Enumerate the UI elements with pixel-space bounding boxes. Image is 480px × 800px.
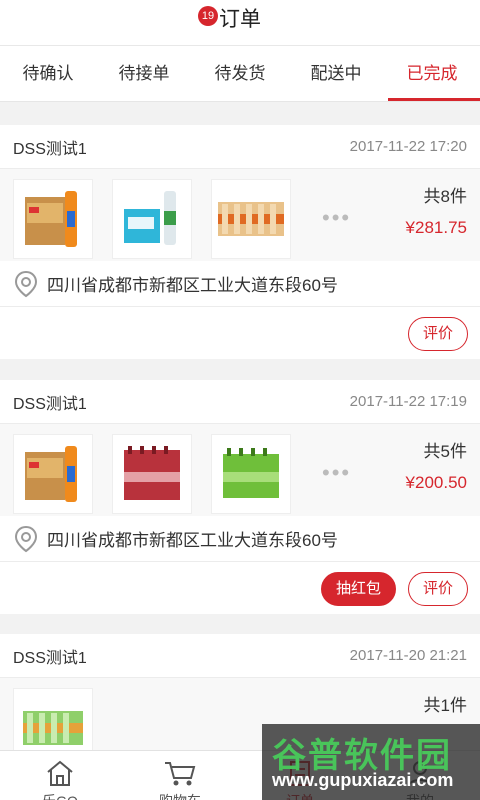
order-price: ¥200.50: [405, 473, 467, 492]
tab-delivering[interactable]: 配送中: [288, 46, 384, 101]
product-thumbnail[interactable]: [13, 179, 93, 259]
bottle-pack-image: [218, 202, 284, 236]
order-header: DSS测试1 2017-11-20 21:21: [0, 634, 480, 678]
watermark-logo: 谷普软件园 www.gupuxiazai.com: [262, 724, 480, 800]
red-packet-button[interactable]: 抽红包: [321, 572, 396, 606]
tab-pending-accept[interactable]: 待接单: [96, 46, 192, 101]
page-title: 订单: [219, 8, 261, 31]
tab-pending-confirm[interactable]: 待确认: [0, 46, 96, 101]
bottle-pack-image: [23, 711, 83, 745]
product-thumbnail[interactable]: [112, 179, 192, 259]
location-pin-icon: [14, 270, 38, 297]
page-header: 订单: [0, 0, 480, 46]
goods-row[interactable]: ••• 共5件 ¥200.50: [0, 424, 480, 516]
order-card[interactable]: DSS测试1 2017-11-22 17:19 ••• 共5件 ¥200.50 …: [0, 380, 480, 614]
red-bottles-image: [124, 446, 180, 500]
order-time: 2017-11-22 17:19: [349, 393, 467, 410]
order-time: 2017-11-20 21:21: [349, 647, 467, 664]
goods-row[interactable]: ••• 共8件 ¥281.75: [0, 169, 480, 261]
tab-completed[interactable]: 已完成: [384, 46, 480, 101]
nav-cart[interactable]: 购物车: [120, 751, 240, 800]
nav-home[interactable]: 乐GO: [0, 751, 120, 800]
watermark-url: www.gupuxiazai.com: [272, 770, 454, 790]
juice-box-image: [25, 191, 77, 247]
shop-name: DSS测试1: [13, 649, 87, 667]
home-icon: [47, 760, 73, 786]
delivery-address: 四川省成都市新都区工业大道东段60号: [47, 276, 338, 295]
more-items-icon: •••: [322, 205, 352, 230]
shop-name: DSS测试1: [13, 140, 87, 158]
product-thumbnail[interactable]: [13, 688, 93, 750]
order-time: 2017-11-22 17:20: [349, 138, 467, 155]
location-pin-icon: [14, 525, 38, 552]
cart-count-badge: 19: [198, 6, 218, 26]
milk-pack-image: [124, 191, 176, 245]
nav-cart-label: 购物车: [120, 791, 240, 800]
shop-name: DSS测试1: [13, 395, 87, 413]
order-card[interactable]: DSS测试1 2017-11-22 17:20 ••• 共8件 ¥281.75 …: [0, 125, 480, 359]
order-status-tabs: 待确认 待接单 待发货 配送中 已完成: [0, 46, 480, 102]
item-count: 共1件: [423, 696, 467, 715]
order-actions: 抽红包 评价: [0, 562, 480, 614]
cart-icon: [165, 762, 196, 786]
delivery-address: 四川省成都市新都区工业大道东段60号: [47, 531, 338, 550]
item-count: 共5件: [423, 442, 467, 461]
product-thumbnail[interactable]: [211, 434, 291, 514]
review-button[interactable]: 评价: [408, 317, 468, 351]
product-thumbnail[interactable]: [13, 434, 93, 514]
address-row: 四川省成都市新都区工业大道东段60号: [0, 516, 480, 562]
order-header: DSS测试1 2017-11-22 17:19: [0, 380, 480, 424]
juice-box-image: [25, 446, 77, 502]
more-items-icon: •••: [322, 460, 352, 485]
review-button[interactable]: 评价: [408, 572, 468, 606]
order-price: ¥281.75: [405, 218, 467, 237]
product-thumbnail[interactable]: [211, 179, 291, 259]
order-actions: 评价: [0, 307, 480, 359]
order-header: DSS测试1 2017-11-22 17:20: [0, 125, 480, 169]
product-thumbnail[interactable]: [112, 434, 192, 514]
green-bottles-image: [223, 448, 279, 498]
address-row: 四川省成都市新都区工业大道东段60号: [0, 261, 480, 307]
tab-pending-ship[interactable]: 待发货: [192, 46, 288, 101]
item-count: 共8件: [423, 187, 467, 206]
nav-home-label: 乐GO: [0, 791, 120, 800]
